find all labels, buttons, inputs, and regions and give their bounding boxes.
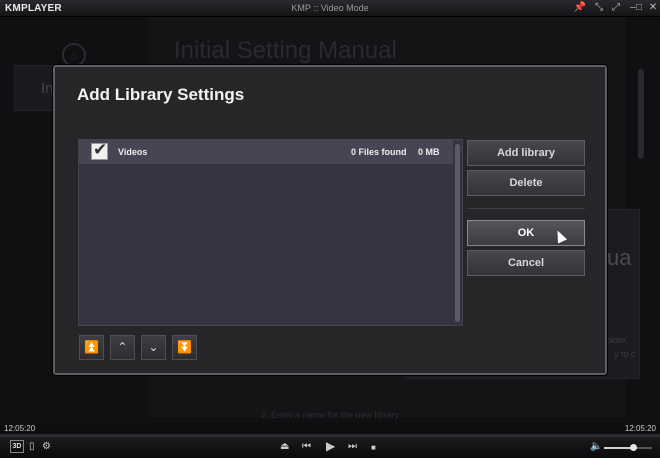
volume-level — [604, 447, 633, 449]
library-size: 0 MB — [418, 147, 440, 157]
previous-icon[interactable]: ⏮ — [302, 441, 311, 453]
volume-slider[interactable] — [604, 444, 652, 451]
close-button[interactable]: ✕ — [646, 2, 660, 14]
double-chevron-up-icon: ⏫ — [84, 340, 99, 354]
move-bottom-button[interactable]: ⏬ — [172, 335, 197, 360]
button-divider — [467, 208, 585, 209]
playlist-icon[interactable]: ▯ — [29, 441, 35, 453]
background-title: Initial Setting Manual — [174, 37, 397, 64]
background-hint: 2. Enter a name for the new library — [260, 410, 400, 420]
background-scrollbar — [638, 69, 644, 159]
add-library-dialog: Add Library Settings ✔ Videos 0 Files fo… — [53, 65, 607, 375]
background-left-tab-label: In — [41, 80, 54, 97]
cancel-button[interactable]: Cancel — [467, 250, 585, 276]
library-row[interactable]: ✔ Videos 0 Files found 0 MB — [79, 140, 453, 164]
next-icon[interactable]: ⏭ — [348, 441, 357, 453]
list-scrollbar[interactable] — [455, 144, 460, 322]
shrink-icon[interactable]: ⤡ — [592, 2, 606, 14]
play-icon[interactable]: ▶ — [326, 440, 335, 452]
pin-icon[interactable]: 📌 — [573, 2, 587, 14]
library-checkbox[interactable]: ✔ — [91, 140, 108, 160]
stop-icon[interactable]: ■ — [371, 442, 376, 454]
settings-icon[interactable]: ⚙ — [42, 441, 51, 453]
player-controls: 3D ▯ ⚙ ⏏ ⏮ ▶ ⏭ ■ 🔈 — [0, 437, 660, 458]
checkmark-icon: ✔ — [93, 140, 108, 159]
library-list[interactable]: ✔ Videos 0 Files found 0 MB — [78, 139, 463, 326]
home-icon: ⌂ — [62, 43, 86, 67]
window-title: KMP :: Video Mode — [291, 3, 369, 13]
background-small-text: y to c — [614, 349, 636, 359]
background-small-text: older, — [606, 335, 629, 345]
double-chevron-down-icon: ⏬ — [177, 340, 192, 354]
library-files-count: 0 Files found — [351, 147, 407, 157]
library-name: Videos — [118, 147, 148, 157]
total-time: 12:05:20 — [624, 424, 656, 433]
delete-button[interactable]: Delete — [467, 170, 585, 196]
3d-button[interactable]: 3D — [10, 440, 24, 453]
title-bar: KMPLAYER KMP :: Video Mode 📌 ⤡ ⤢ – □ ✕ — [0, 0, 660, 17]
ok-button[interactable]: OK — [467, 220, 585, 246]
chevron-down-icon: ⌄ — [148, 340, 159, 354]
chevron-up-icon: ⌃ — [117, 340, 128, 354]
eject-icon[interactable]: ⏏ — [280, 441, 289, 453]
dialog-title: Add Library Settings — [77, 85, 245, 104]
move-up-button[interactable]: ⌃ — [110, 335, 135, 360]
volume-knob[interactable] — [629, 444, 637, 451]
elapsed-time: 12:05:20 — [4, 424, 36, 433]
move-top-button[interactable]: ⏫ — [79, 335, 104, 360]
volume-icon[interactable]: 🔈 — [590, 441, 602, 453]
maximize-button[interactable]: □ — [632, 2, 646, 14]
background-right-fragment: ua — [607, 245, 632, 270]
move-down-button[interactable]: ⌄ — [141, 335, 166, 360]
add-library-button[interactable]: Add library — [467, 140, 585, 166]
expand-icon[interactable]: ⤢ — [609, 2, 623, 14]
